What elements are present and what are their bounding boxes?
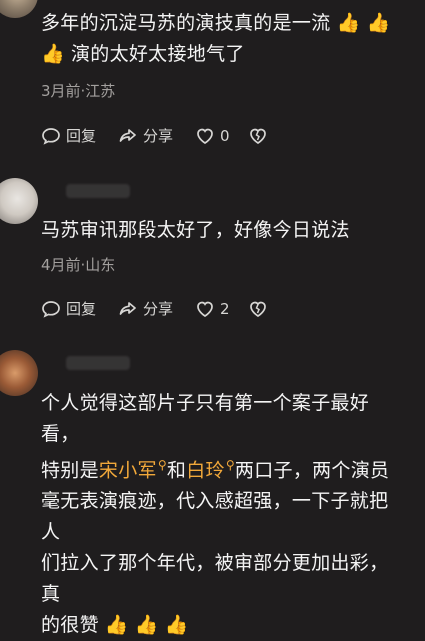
like-button[interactable]: 0 (195, 126, 230, 146)
comment-icon (42, 127, 60, 145)
comment-meta: 4月前·山东 (41, 256, 116, 274)
thumbs-up-icon: 👍 (164, 614, 189, 637)
like-button[interactable]: 2 (195, 299, 230, 319)
search-icon: ⚲ (157, 458, 167, 472)
heart-icon (197, 301, 213, 317)
comment-meta: 3月前·江苏 (41, 82, 116, 100)
comment-actions: 回复 分享 2 (41, 298, 295, 319)
avatar[interactable] (0, 0, 38, 18)
thumbs-up-icon: 👍 (104, 614, 129, 637)
broken-heart-icon (249, 301, 266, 317)
dislike-button[interactable] (248, 299, 273, 319)
avatar[interactable] (0, 350, 38, 396)
search-link-name[interactable]: 白玲 (186, 459, 225, 481)
share-button[interactable]: 分享 (118, 298, 173, 319)
reply-button[interactable]: 回复 (41, 125, 96, 146)
share-icon (119, 301, 136, 315)
reply-button[interactable]: 回复 (41, 298, 96, 319)
thumbs-up-icon: 👍 (134, 614, 159, 637)
username[interactable] (66, 356, 130, 370)
thumbs-up-icon: 👍 (366, 12, 391, 34)
thumbs-up-icon: 👍 (336, 12, 361, 34)
username[interactable] (66, 184, 130, 198)
comment-text: 个人觉得这部片子只有第一个案子最好看， 特别是宋小军⚲和白玲⚲两口子，两个演员 … (41, 388, 405, 641)
comment-icon (42, 300, 60, 318)
heart-icon (197, 128, 213, 144)
search-link-name[interactable]: 宋小军 (99, 459, 157, 481)
comment-actions: 回复 分享 0 (41, 125, 295, 146)
comment-text: 马苏审讯那段太好了，好像今日说法 (41, 219, 350, 241)
share-button[interactable]: 分享 (118, 125, 173, 146)
comment-text: 多年的沉淀马苏的演技真的是一流 👍 👍 👍 演的太好太接地气了 (41, 8, 405, 70)
broken-heart-icon (249, 128, 266, 144)
search-icon: ⚲ (225, 458, 235, 472)
thumbs-up-icon: 👍 (41, 43, 65, 65)
dislike-button[interactable] (248, 126, 273, 146)
avatar[interactable] (0, 178, 38, 224)
share-icon (119, 128, 136, 142)
